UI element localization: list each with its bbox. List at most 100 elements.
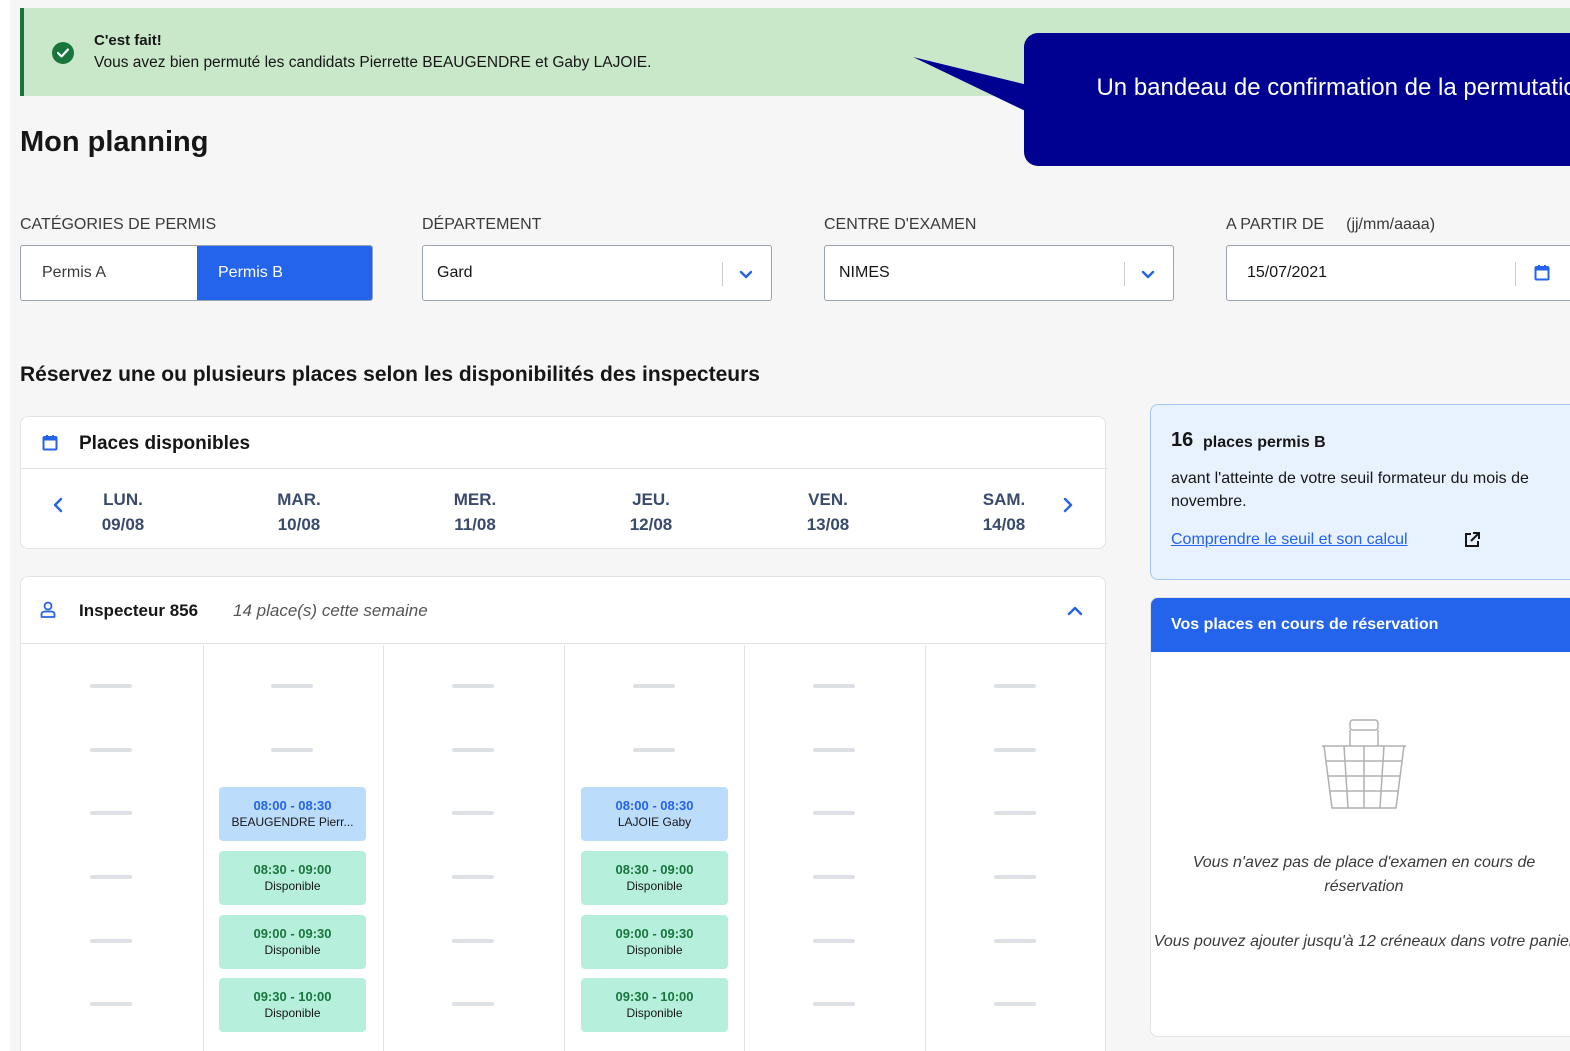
column-divider	[564, 645, 565, 1051]
column-divider	[744, 645, 745, 1051]
places-title: Places disponibles	[79, 433, 251, 454]
slot-label: BEAUGENDRE Pierr...	[231, 815, 354, 829]
empty-slot	[90, 811, 132, 815]
seuil-text: avant l'atteinte de votre seuil formateu…	[1171, 470, 1529, 510]
date-label: A PARTIR DE	[1226, 216, 1325, 233]
departement-select[interactable]: Gard	[422, 245, 772, 301]
permis-a-button[interactable]: Permis A	[21, 246, 197, 300]
seuil-number: 16	[1171, 429, 1194, 451]
chevron-up-icon[interactable]	[1067, 604, 1083, 622]
section-subtitle: Réservez une ou plusieurs places selon l…	[20, 363, 760, 386]
empty-slot	[813, 875, 855, 879]
left-edge	[0, 0, 10, 1051]
empty-slot	[994, 875, 1036, 879]
empty-slot	[994, 684, 1036, 688]
centre-label: CENTRE D'EXAMEN	[824, 216, 977, 233]
external-link-icon[interactable]	[1463, 531, 1481, 554]
column-divider	[203, 645, 204, 1051]
day-name: MAR.	[277, 490, 321, 509]
seuil-info-card: 16 places permis B avant l'atteinte de v…	[1150, 404, 1570, 580]
empty-slot	[813, 748, 855, 752]
empty-slot	[90, 875, 132, 879]
empty-slot	[994, 939, 1036, 943]
slot-time: 09:00 - 09:30	[253, 926, 332, 941]
empty-slot	[452, 811, 494, 815]
day-header: JEU. 12/08	[591, 487, 711, 537]
departement-label: DÉPARTEMENT	[422, 216, 542, 233]
column-divider	[383, 645, 384, 1051]
empty-slot	[271, 684, 313, 688]
slot-available[interactable]: 08:30 - 09:00 Disponible	[219, 851, 366, 905]
slot-time: 09:30 - 10:00	[615, 989, 694, 1004]
user-icon	[40, 601, 56, 623]
empty-slot	[813, 684, 855, 688]
day-date: 13/08	[806, 515, 850, 534]
slot-label: Disponible	[626, 879, 683, 893]
seuil-link[interactable]: Comprendre le seuil et son calcul	[1171, 531, 1408, 549]
select-divider	[722, 262, 723, 286]
day-header: MER. 11/08	[415, 487, 535, 537]
select-divider	[1124, 262, 1125, 286]
centre-select[interactable]: NIMES	[824, 245, 1174, 301]
empty-slot	[90, 748, 132, 752]
slot-time: 08:00 - 08:30	[615, 798, 694, 813]
column-divider	[925, 645, 926, 1051]
calendar-icon[interactable]	[1534, 264, 1550, 286]
check-circle-icon	[52, 42, 74, 64]
slot-available[interactable]: 09:00 - 09:30 Disponible	[581, 915, 728, 969]
empty-slot	[452, 939, 494, 943]
chevron-down-icon[interactable]	[739, 267, 753, 285]
slot-available[interactable]: 08:30 - 09:00 Disponible	[581, 851, 728, 905]
slot-label: Disponible	[264, 943, 321, 957]
slot-available[interactable]: 09:30 - 10:00 Disponible	[219, 978, 366, 1032]
slot-label: LAJOIE Gaby	[617, 815, 692, 829]
basket-icon	[1314, 716, 1414, 817]
slot-time: 08:30 - 09:00	[253, 862, 332, 877]
categories-label: CATÉGORIES DE PERMIS	[20, 216, 217, 233]
inspector-card: Inspecteur 856 14 place(s) cette semaine…	[20, 576, 1107, 1051]
date-label-group: A PARTIR DE (jj/mm/aaaa)	[1226, 216, 1435, 234]
slot-booked[interactable]: 08:00 - 08:30 LAJOIE Gaby	[581, 787, 728, 841]
slot-available[interactable]: 09:00 - 09:30 Disponible	[219, 915, 366, 969]
slot-label: Disponible	[626, 943, 683, 957]
places-header: Places disponibles	[21, 417, 1107, 469]
cart-title: Vos places en cours de réservation	[1171, 616, 1439, 633]
day-name: SAM.	[982, 490, 1026, 509]
slot-available[interactable]: 09:30 - 10:00 Disponible	[581, 978, 728, 1032]
empty-slot	[813, 811, 855, 815]
day-date: 10/08	[277, 515, 321, 534]
slot-label: Disponible	[264, 1006, 321, 1020]
slot-label: Disponible	[264, 879, 321, 893]
cart-limit-text: Vous pouvez ajouter jusqu'à 12 créneaux …	[1153, 933, 1570, 950]
empty-slot	[452, 875, 494, 879]
centre-value: NIMES	[839, 264, 890, 281]
day-name: JEU.	[632, 490, 670, 509]
page-title: Mon planning	[20, 126, 209, 158]
empty-slot	[90, 1002, 132, 1006]
slot-booked[interactable]: 08:00 - 08:30 BEAUGENDRE Pierr...	[219, 787, 366, 841]
day-header: MAR. 10/08	[239, 487, 359, 537]
permis-b-button[interactable]: Permis B	[197, 246, 372, 300]
empty-slot	[452, 1002, 494, 1006]
empty-slot	[452, 684, 494, 688]
permis-category-toggle: Permis A Permis B	[20, 245, 373, 301]
departement-value: Gard	[437, 264, 473, 281]
day-header: LUN. 09/08	[63, 487, 183, 537]
date-value: 15/07/2021	[1247, 264, 1328, 281]
empty-slot	[90, 684, 132, 688]
day-date: 11/08	[454, 515, 496, 534]
chevron-down-icon[interactable]	[1141, 267, 1155, 285]
empty-slot	[271, 748, 313, 752]
day-header: SAM. 14/08	[944, 487, 1064, 537]
empty-slot	[813, 1002, 855, 1006]
inspector-name: Inspecteur 856	[79, 601, 199, 620]
day-header: VEN. 13/08	[768, 487, 888, 537]
empty-slot	[994, 811, 1036, 815]
toast-message: Vous avez bien permuté les candidats Pie…	[94, 54, 652, 71]
inspector-count: 14 place(s) cette semaine	[233, 601, 428, 620]
date-input[interactable]: 15/07/2021	[1226, 245, 1570, 301]
inspector-header[interactable]: Inspecteur 856 14 place(s) cette semaine	[21, 577, 1107, 644]
cart-empty-text: Vous n'avez pas de place d'examen en cou…	[1192, 854, 1536, 895]
empty-slot	[633, 684, 675, 688]
reservation-cart-card: Vos places en cours de réservation Vous …	[1150, 597, 1570, 1037]
